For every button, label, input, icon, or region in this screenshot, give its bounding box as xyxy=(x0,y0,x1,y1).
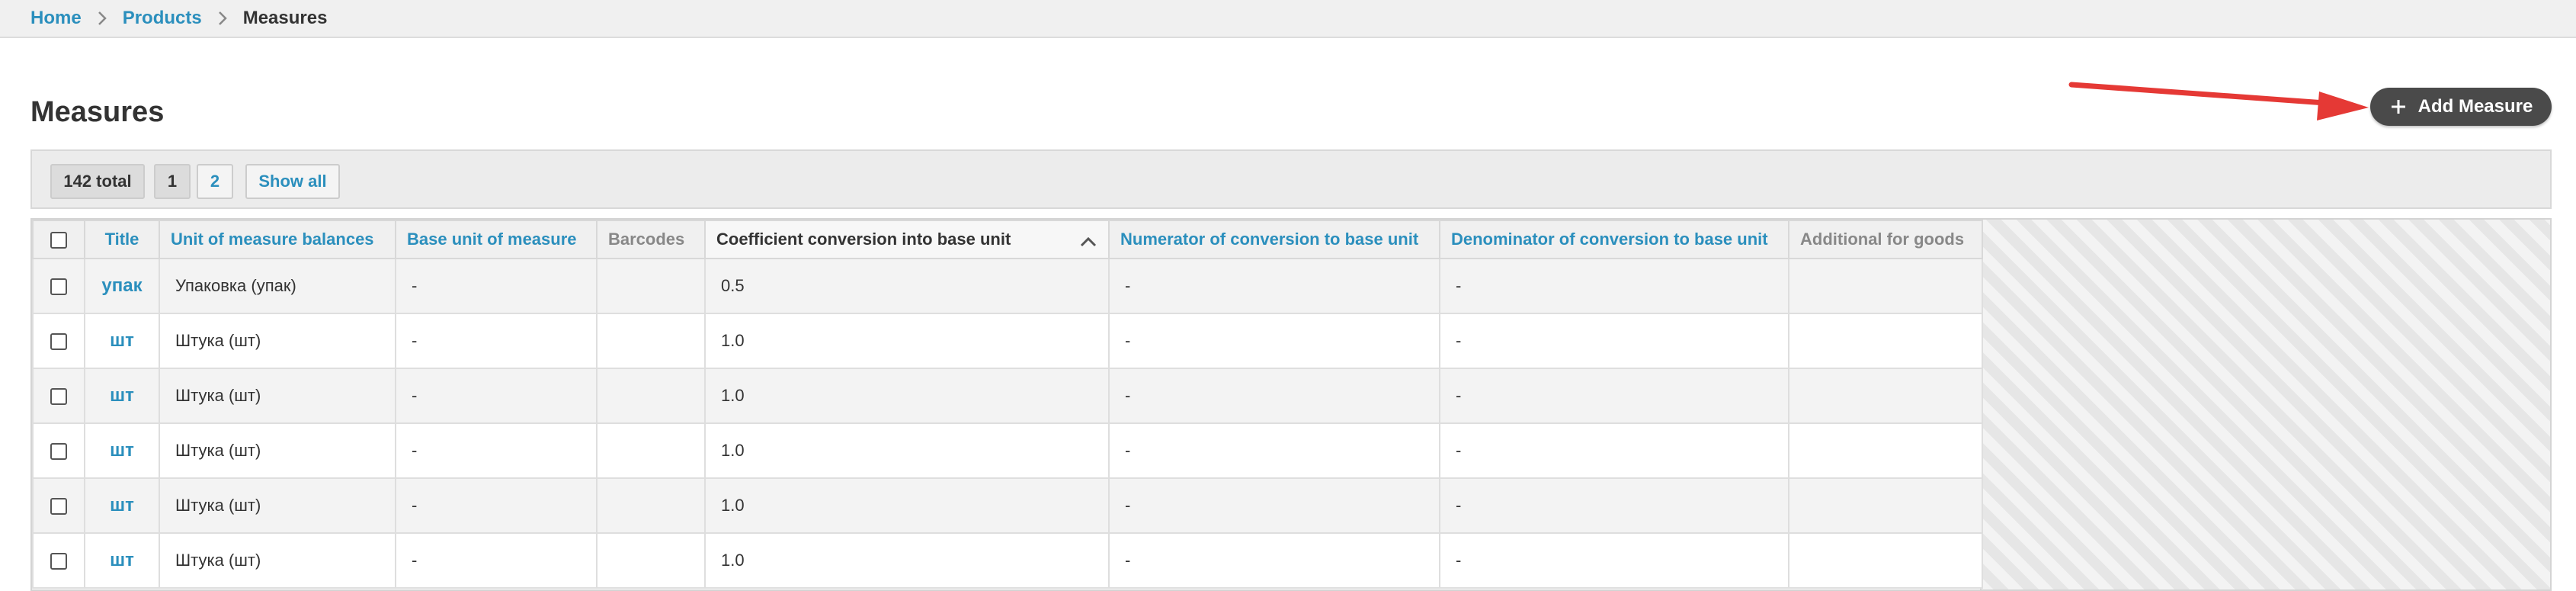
row-unit: Упаковка (упак) xyxy=(159,258,396,314)
row-base-unit: - xyxy=(395,258,598,314)
row-numerator: - xyxy=(1108,258,1440,314)
checkbox-icon[interactable] xyxy=(50,278,67,296)
checkbox-icon[interactable] xyxy=(50,232,67,249)
row-base-unit: - xyxy=(395,532,598,589)
row-numerator: - xyxy=(1108,532,1440,589)
row-coefficient: 1.0 xyxy=(704,532,1110,589)
row-denominator: - xyxy=(1439,313,1789,369)
row-title-link[interactable]: упак xyxy=(84,258,160,314)
row-additional xyxy=(1788,313,1983,369)
row-additional xyxy=(1788,422,1983,479)
row-base-unit: - xyxy=(395,368,598,424)
total-count-badge: 142 total xyxy=(50,164,145,199)
table-row: шт Штука (шт) - 1.0 - - xyxy=(32,422,1983,479)
empty-area-hatch xyxy=(1980,220,2550,589)
table-row: шт Штука (шт) - 1.0 - - xyxy=(32,532,1983,589)
column-header-coefficient[interactable]: Coefficient conversion into base unit xyxy=(704,220,1110,259)
add-measure-label: Add Measure xyxy=(2417,96,2533,117)
row-denominator: - xyxy=(1439,477,1789,534)
row-coefficient: 1.0 xyxy=(704,368,1110,424)
row-additional xyxy=(1788,258,1983,314)
checkbox-icon[interactable] xyxy=(50,443,67,461)
row-coefficient: 1.0 xyxy=(704,422,1110,479)
column-header-barcodes: Barcodes xyxy=(596,220,706,259)
sort-ascending-icon[interactable] xyxy=(1079,236,1097,248)
row-additional xyxy=(1788,368,1983,424)
row-denominator: - xyxy=(1439,422,1789,479)
row-numerator: - xyxy=(1108,422,1440,479)
show-all-link[interactable]: Show all xyxy=(245,164,340,199)
pagination-toolbar: 142 total 1 2 Show all xyxy=(30,149,2552,209)
row-barcodes xyxy=(596,368,706,424)
checkbox-icon[interactable] xyxy=(50,498,67,516)
select-all-checkbox[interactable] xyxy=(32,220,85,259)
column-header-base-unit[interactable]: Base unit of measure xyxy=(395,220,598,259)
row-numerator: - xyxy=(1108,368,1440,424)
row-base-unit: - xyxy=(395,477,598,534)
checkbox-icon[interactable] xyxy=(50,333,67,351)
row-title-link[interactable]: шт xyxy=(84,422,160,479)
row-title-link[interactable]: шт xyxy=(84,313,160,369)
row-barcodes xyxy=(596,422,706,479)
measures-table: Title Unit of measure balances Base unit… xyxy=(32,220,1983,589)
column-header-coefficient-label: Coefficient conversion into base unit xyxy=(716,230,1011,249)
checkbox-icon[interactable] xyxy=(50,388,67,406)
row-barcodes xyxy=(596,313,706,369)
row-base-unit: - xyxy=(395,422,598,479)
column-header-title[interactable]: Title xyxy=(84,220,160,259)
row-select-cell[interactable] xyxy=(32,477,85,534)
checkbox-icon[interactable] xyxy=(50,553,67,570)
table-row: упак Упаковка (упак) - 0.5 - - xyxy=(32,258,1983,314)
row-denominator: - xyxy=(1439,258,1789,314)
table-row: шт Штука (шт) - 1.0 - - xyxy=(32,368,1983,424)
row-title-link[interactable]: шт xyxy=(84,532,160,589)
row-additional xyxy=(1788,532,1983,589)
row-barcodes xyxy=(596,477,706,534)
page-1-current[interactable]: 1 xyxy=(154,164,191,199)
row-title-link[interactable]: шт xyxy=(84,368,160,424)
table-header-row: Title Unit of measure balances Base unit… xyxy=(32,220,1983,259)
row-select-cell[interactable] xyxy=(32,532,85,589)
red-arrow-annotation xyxy=(2068,82,2369,120)
column-header-additional: Additional for goods xyxy=(1788,220,1983,259)
table-row: шт Штука (шт) - 1.0 - - xyxy=(32,313,1983,369)
column-header-denominator[interactable]: Denominator of conversion to base unit xyxy=(1439,220,1789,259)
row-denominator: - xyxy=(1439,368,1789,424)
row-denominator: - xyxy=(1439,532,1789,589)
row-coefficient: 1.0 xyxy=(704,477,1110,534)
row-unit: Штука (шт) xyxy=(159,532,396,589)
row-select-cell[interactable] xyxy=(32,258,85,314)
row-coefficient: 0.5 xyxy=(704,258,1110,314)
row-select-cell[interactable] xyxy=(32,422,85,479)
row-numerator: - xyxy=(1108,313,1440,369)
row-select-cell[interactable] xyxy=(32,368,85,424)
add-measure-button[interactable]: Add Measure xyxy=(2370,88,2552,126)
row-base-unit: - xyxy=(395,313,598,369)
plus-icon xyxy=(2389,98,2408,116)
table-row: шт Штука (шт) - 1.0 - - xyxy=(32,477,1983,534)
results-grid: Title Unit of measure balances Base unit… xyxy=(30,218,2552,591)
row-additional xyxy=(1788,477,1983,534)
row-coefficient: 1.0 xyxy=(704,313,1110,369)
page-2-link[interactable]: 2 xyxy=(197,164,233,199)
row-numerator: - xyxy=(1108,477,1440,534)
row-title-link[interactable]: шт xyxy=(84,477,160,534)
row-unit: Штука (шт) xyxy=(159,422,396,479)
row-unit: Штука (шт) xyxy=(159,368,396,424)
row-select-cell[interactable] xyxy=(32,313,85,369)
column-header-unit[interactable]: Unit of measure balances xyxy=(159,220,396,259)
row-barcodes xyxy=(596,532,706,589)
column-header-numerator[interactable]: Numerator of conversion to base unit xyxy=(1108,220,1440,259)
row-barcodes xyxy=(596,258,706,314)
row-unit: Штука (шт) xyxy=(159,477,396,534)
row-unit: Штука (шт) xyxy=(159,313,396,369)
